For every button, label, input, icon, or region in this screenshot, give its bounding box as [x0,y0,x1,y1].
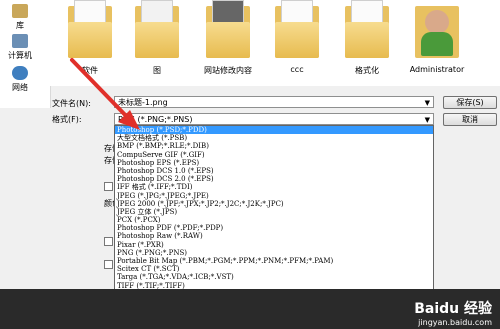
filename-label: 文件名(N): [52,99,91,108]
format-option[interactable]: Photoshop EPS (*.EPS) [115,159,433,167]
file-list: 软件 图 网站修改内容 ccc 格式化 Administrator [50,0,500,86]
folder-icon [275,0,319,60]
nav-item-network[interactable]: 网络 [0,66,40,93]
folder-label: Administrator [409,65,465,74]
navigation-pane: 库 计算机 网络 [0,0,51,108]
folder-icon [68,0,112,60]
nav-item-label: 计算机 [8,51,32,60]
folder-label: 图 [153,66,161,75]
network-icon [12,66,28,80]
format-option[interactable]: JPEG 2000 (*.JPF;*.JPX;*.JP2;*.J2C;*.J2K… [115,200,433,208]
nav-item-label: 库 [16,21,24,30]
save-button[interactable]: 保存(S) [443,96,497,109]
computer-icon [12,34,28,48]
option-checkbox[interactable] [104,237,113,246]
folder-label: 格式化 [355,66,379,75]
cancel-button[interactable]: 取消 [443,113,497,126]
format-option[interactable]: BMP (*.BMP;*.RLE;*.DIB) [115,142,433,150]
folder-icon [345,0,389,60]
format-option[interactable]: CompuServe GIF (*.GIF) [115,151,433,159]
folder-item[interactable]: Administrator [407,0,467,74]
option-checkbox[interactable] [104,260,113,269]
format-option[interactable]: Photoshop PDF (*.PDF;*.PDP) [115,224,433,232]
format-option[interactable]: 大型文档格式 (*.PSB) [115,134,433,142]
format-option[interactable]: PCX (*.PCX) [115,216,433,224]
format-option[interactable]: Photoshop (*.PSD;*.PDD) [115,126,433,135]
watermark: Baidu 经验 jingyan.baidu.com [414,298,492,327]
format-option[interactable]: Photoshop DCS 1.0 (*.EPS) [115,167,433,175]
format-option[interactable]: IFF 格式 (*.IFF;*.TDI) [115,183,433,191]
folder-item[interactable]: 图 [127,0,187,76]
watermark-brand: Baidu 经验 [414,301,492,317]
format-option[interactable]: Targa (*.TGA;*.VDA;*.ICB;*.VST) [115,273,433,281]
format-value: PNG (*.PNG;*.PNS) [118,115,193,124]
folder-item[interactable]: 格式化 [337,0,397,76]
nav-item-library[interactable]: 库 [0,4,40,31]
format-dropdown-list[interactable]: Photoshop (*.PSD;*.PDD) 大型文档格式 (*.PSB) BMP… [114,125,434,295]
folder-item[interactable]: 软件 [60,0,120,76]
filename-value: 未标题-1.png [118,98,168,107]
folder-label: 网站修改内容 [204,66,252,75]
folder-icon [135,0,179,60]
format-select[interactable]: PNG (*.PNG;*.PNS) ▼ [114,113,434,125]
folder-label: 软件 [82,66,98,75]
format-option[interactable]: Scitex CT (*.SCT) [115,265,433,273]
folder-item[interactable]: ccc [267,0,327,74]
format-option[interactable]: Portable Bit Map (*.PBM;*.PGM;*.PPM;*.PN… [115,257,433,265]
format-option[interactable]: JPEG (*.JPG;*.JPEG;*.JPE) [115,192,433,200]
option-checkbox[interactable] [104,182,113,191]
watermark-url: jingyan.baidu.com [418,318,492,327]
library-icon [12,4,28,18]
format-label: 格式(F): [52,115,82,124]
folder-icon [206,0,250,60]
nav-item-label: 网络 [12,83,28,92]
format-option[interactable]: PNG (*.PNG;*.PNS) [115,249,433,257]
format-option[interactable]: JPEG 立体 (*.JPS) [115,208,433,216]
folder-label: ccc [290,65,304,74]
nav-item-computer[interactable]: 计算机 [0,34,40,61]
filename-input[interactable]: 未标题-1.png ▼ [114,96,434,108]
folder-item[interactable]: 网站修改内容 [198,0,258,76]
format-option[interactable]: Photoshop Raw (*.RAW) [115,232,433,240]
format-option[interactable]: Pixar (*.PXR) [115,241,433,249]
user-folder-icon [415,0,459,60]
chevron-down-icon[interactable]: ▼ [425,97,430,109]
